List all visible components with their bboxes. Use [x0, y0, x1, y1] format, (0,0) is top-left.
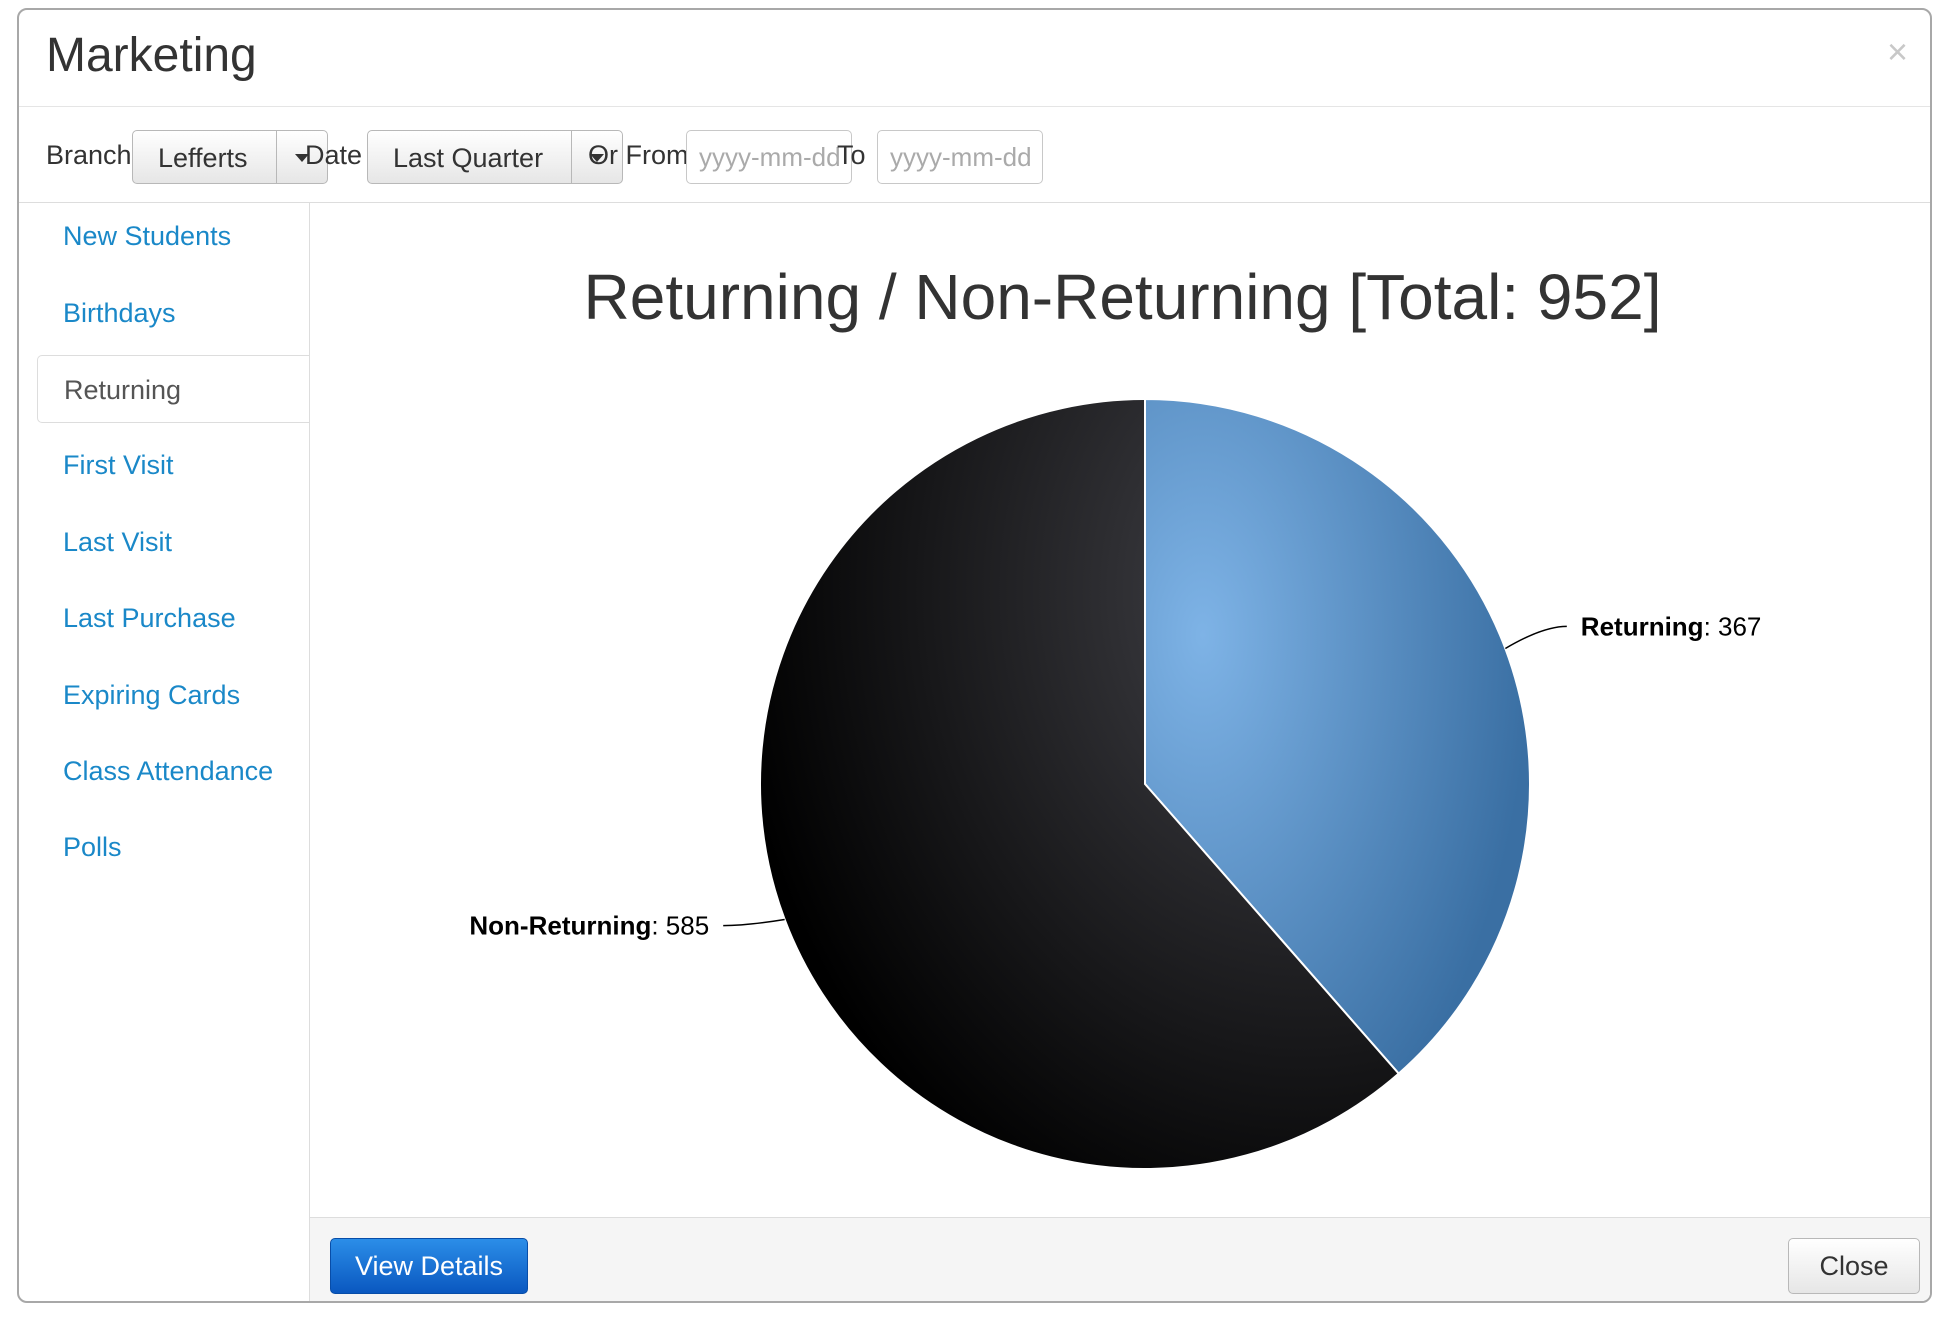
branch-dropdown[interactable]: Lefferts — [132, 130, 328, 184]
filter-bar: Branch Lefferts Date Last Quarter Or Fro… — [19, 106, 1930, 203]
from-date-input[interactable] — [686, 130, 852, 184]
sidebar-item-expiring-cards[interactable]: Expiring Cards — [37, 661, 309, 729]
close-button[interactable]: Close — [1788, 1238, 1920, 1294]
sidebar-item-new-students[interactable]: New Students — [37, 202, 309, 270]
pie-connector-line — [1504, 625, 1567, 650]
chart-panel: Returning / Non-Returning [Total: 952] R… — [309, 202, 1930, 1217]
pie-connector-line — [723, 918, 785, 927]
sidebar-item-class-attendance[interactable]: Class Attendance — [37, 737, 309, 805]
from-label: Or From — [588, 140, 689, 170]
date-label: Date — [305, 140, 363, 170]
sidebar-item-last-visit[interactable]: Last Visit — [37, 508, 309, 576]
branch-value: Lefferts — [158, 143, 248, 173]
sidebar-item-last-purchase[interactable]: Last Purchase — [37, 584, 309, 652]
date-value: Last Quarter — [393, 143, 544, 173]
pie-data-label: Non-Returning: 585 — [469, 911, 709, 941]
modal-header: Marketing × — [19, 10, 1930, 107]
to-date-input[interactable] — [877, 130, 1043, 184]
sidebar-item-returning[interactable]: Returning — [37, 355, 309, 423]
date-dropdown[interactable]: Last Quarter — [367, 130, 623, 184]
view-details-button[interactable]: View Details — [330, 1238, 528, 1294]
pie-data-label: Returning: 367 — [1581, 611, 1762, 641]
sidebar-item-polls[interactable]: Polls — [37, 813, 309, 881]
modal-footer: View Details Close — [309, 1217, 1930, 1301]
close-icon[interactable]: × — [1887, 34, 1908, 70]
marketing-modal: Marketing × Branch Lefferts Date Last Qu… — [17, 8, 1932, 1303]
sidebar-item-birthdays[interactable]: Birthdays — [37, 279, 309, 347]
modal-title: Marketing — [46, 29, 257, 82]
report-sidebar: New Students Birthdays Returning First V… — [19, 202, 309, 1301]
branch-label: Branch — [46, 140, 132, 170]
to-label: To — [837, 140, 866, 170]
pie-chart: Returning: 367 Non-Returning: 585 — [469, 397, 1762, 1170]
sidebar-item-first-visit[interactable]: First Visit — [37, 431, 309, 499]
